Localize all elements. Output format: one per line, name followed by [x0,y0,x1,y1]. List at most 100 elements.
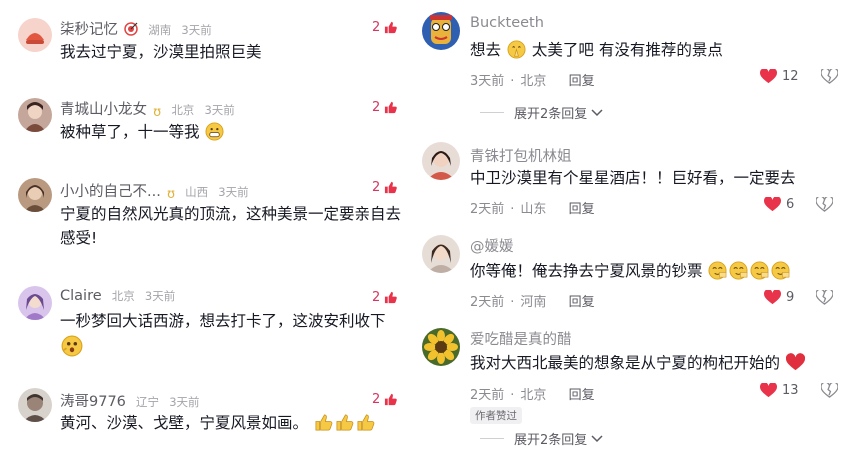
user-avatar[interactable] [422,12,460,50]
like-action-row: 9 [764,290,834,305]
author-liked-badge: 作者赞过 [470,407,522,424]
comment-item: Claire 北京 3天前 一秒梦回大话西游，想去打卡了，这波安利收下 2 [0,280,418,380]
username[interactable]: 青城山小龙女 [60,102,147,118]
comment-meta: 涛哥9776 辽宁 3天前 [60,390,200,411]
money-face-emoji-icon [771,261,790,280]
broken-heart-icon[interactable] [820,383,838,398]
thumbs-up-icon [385,101,398,114]
username[interactable]: 柒秒记忆 [60,22,118,38]
timestamp: 3天前 [470,74,505,89]
timestamp: 2天前 [470,202,505,217]
like-action-row: 13 [760,383,838,398]
wow-emoji-icon [61,335,83,357]
user-avatar[interactable] [18,18,52,52]
comment-meta: 小小的自己不... ʊ 山西 3天前 [60,180,249,202]
location: 河南 [520,295,547,310]
username[interactable]: @媛媛 [470,239,514,255]
money-face-emoji-icon [729,261,748,280]
timestamp: 2天前 [470,388,505,403]
red-heart-emoji-icon [785,353,805,371]
username[interactable]: 涛哥9776 [60,394,126,410]
like-button[interactable]: 2 [372,290,398,305]
location: 北京 [520,74,547,89]
money-face-emoji-icon [750,261,769,280]
location: 北京 [171,103,195,117]
timestamp: 3天前 [144,289,176,303]
broken-heart-icon[interactable] [816,197,834,212]
comment-text: 我对大西北最美的想象是从宁夏的枸杞开始的 [470,351,806,375]
heart-icon[interactable] [760,69,777,84]
user-avatar[interactable] [18,178,52,212]
broken-heart-icon[interactable] [820,69,838,84]
reply-button[interactable]: 回复 [569,202,595,217]
username[interactable]: Buckteeth [470,15,544,31]
timestamp: 2天前 [470,295,505,310]
location: 辽宁 [136,395,160,409]
like-button[interactable]: 2 [372,20,398,35]
comment-meta: 柒秒记忆 湖南 3天前 [60,18,212,39]
like-action-row: 12 [760,69,838,84]
comment-item: 涛哥9776 辽宁 3天前 黄河、沙漠、戈壁，宁夏风景如画。 2 [0,380,418,461]
reply-button[interactable]: 回复 [569,388,595,403]
user-avatar[interactable] [422,328,460,366]
user-avatar[interactable] [422,235,460,273]
comment-meta: 青城山小龙女 ʊ 北京 3天前 [60,98,235,120]
comment-text: 一秒梦回大话西游，想去打卡了，这波安利收下 [60,309,386,360]
thumbs-up-icon [385,21,398,34]
user-avatar[interactable] [18,286,52,320]
like-count: 2 [372,20,381,35]
comment-meta: @媛媛 [470,235,514,256]
username[interactable]: 爱吃醋是真的醋 [470,332,572,348]
comment-sub-meta: 2天前 · 北京 回复 [470,388,595,403]
like-count: 6 [786,197,795,212]
comment-text: 中卫沙漠里有个星星酒店！！巨好看，一定要去 [470,169,796,187]
thumbs-up-icon [385,291,398,304]
heart-icon[interactable] [764,290,781,305]
creator-badge-icon: ʊ [166,187,175,202]
comment-item: 爱吃醋是真的醋 我对大西北最美的想象是从宁夏的枸杞开始的 2天前 · 北京 回复 1… [418,318,860,461]
like-count: 2 [372,100,381,115]
chevron-down-icon [591,434,603,442]
comment-text: 你等俺！俺去挣去宁夏风景的钞票 [470,259,791,283]
user-avatar[interactable] [18,98,52,132]
comment-text: 被种草了，十一等我 [60,120,225,144]
thumbs-up-icon [385,393,398,406]
heart-icon[interactable] [764,197,781,212]
comment-meta: Buckteeth [470,15,544,31]
username[interactable]: 小小的自己不... [60,184,161,200]
heart-icon[interactable] [760,383,777,398]
reply-button[interactable]: 回复 [569,295,595,310]
comment-item: @媛媛 你等俺！俺去挣去宁夏风景的钞票 2天前 · 河南 回复 9 [418,225,860,320]
username[interactable]: Claire [60,288,102,304]
comment-item: 柒秒记忆 湖南 3天前 我去过宁夏，沙漠里拍照巨美 2 [0,0,418,90]
user-avatar[interactable] [422,142,460,180]
timestamp: 3天前 [181,23,212,37]
thumbs-up-icon [385,181,398,194]
expand-replies-button[interactable]: 展开2条回复 [480,103,603,122]
like-count: 13 [782,383,799,398]
expand-replies-button[interactable]: 展开2条回复 [480,429,603,448]
grin-emoji-icon [205,122,224,141]
comment-item: 青铢打包机林姐 中卫沙漠里有个星星酒店！！巨好看，一定要去 2天前 · 山东 回复 … [418,130,860,230]
location: 北京 [111,289,135,303]
username[interactable]: 青铢打包机林姐 [470,149,572,165]
like-button[interactable]: 2 [372,100,398,115]
timestamp: 3天前 [169,395,200,409]
chevron-down-icon [591,108,603,116]
broken-heart-icon[interactable] [816,290,834,305]
like-count: 2 [372,290,381,305]
money-face-emoji-icon [708,261,727,280]
like-button[interactable]: 2 [372,392,398,407]
thumbs-up-emoji-icon [357,414,375,431]
user-avatar[interactable] [18,388,52,422]
comment-sub-meta: 2天前 · 山东 回复 [470,202,595,217]
comment-meta: 爱吃醋是真的醋 [470,328,572,349]
reply-button[interactable]: 回复 [569,74,595,89]
comment-item: 小小的自己不... ʊ 山西 3天前 宁夏的自然风光真的顶流，这种美景一定要亲自… [0,170,418,280]
creator-badge-icon: ʊ [153,105,162,120]
pray-emoji-icon [507,40,526,59]
timestamp: 3天前 [204,103,235,117]
like-button[interactable]: 2 [372,180,398,195]
target-icon [124,22,138,36]
comment-text: 黄河、沙漠、戈壁，宁夏风景如画。 [60,411,376,435]
